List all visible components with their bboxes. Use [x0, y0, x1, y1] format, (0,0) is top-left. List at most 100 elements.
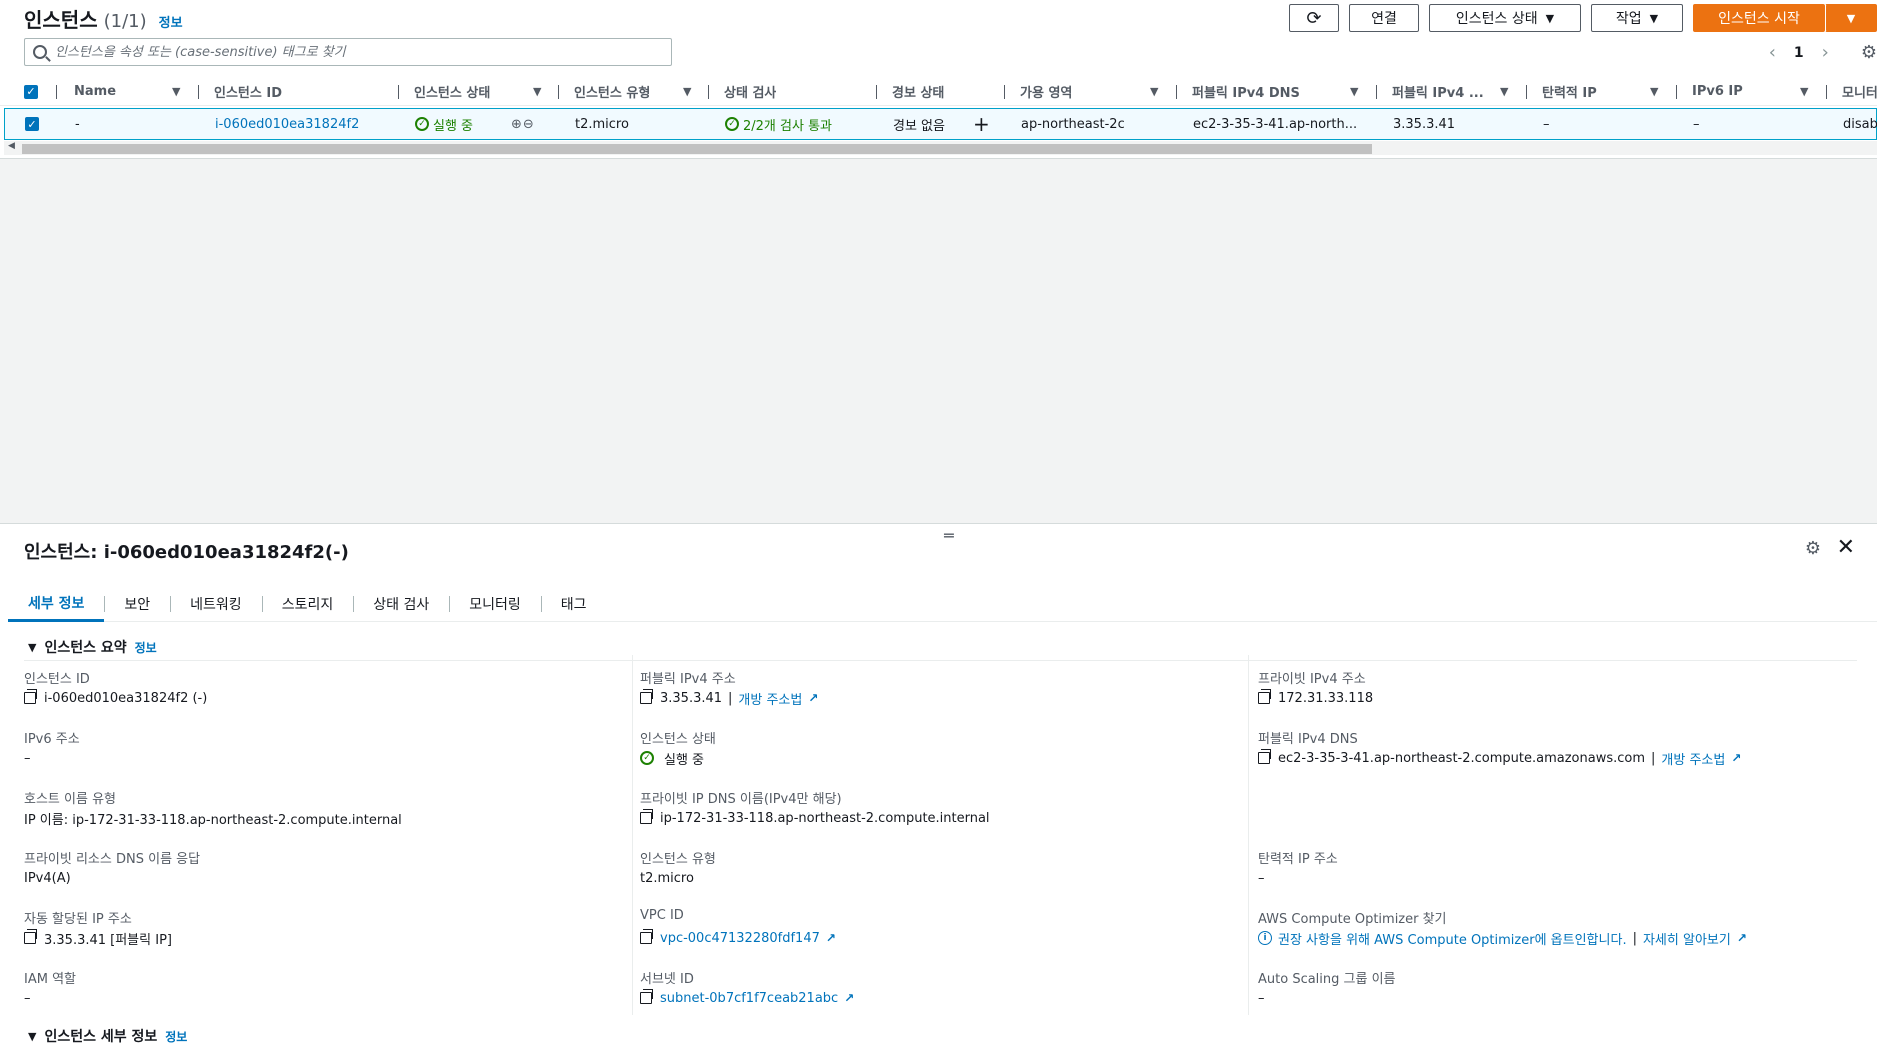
open-address-link[interactable]: 개방 주소법 — [1661, 749, 1725, 768]
row-checkbox[interactable]: ✓ — [25, 109, 39, 139]
copy-icon[interactable] — [24, 689, 37, 704]
copy-icon[interactable] — [640, 689, 653, 704]
cell-instance-id[interactable]: i-060ed010ea31824f2 — [215, 109, 359, 139]
tab-status-checks[interactable]: 상태 검사 — [353, 586, 449, 622]
copy-icon[interactable] — [640, 929, 653, 944]
copy-icon[interactable] — [640, 989, 653, 1004]
col-header-instance-id[interactable]: 인스턴스 ID — [214, 78, 282, 105]
col-header-monitoring[interactable]: 모니터 — [1842, 78, 1877, 105]
col-header-status-check[interactable]: 상태 검사 — [724, 78, 776, 105]
actions-dropdown[interactable]: 작업 ▼ — [1591, 4, 1683, 32]
external-link-icon[interactable]: ↗ — [844, 991, 854, 1005]
column-separator — [1004, 85, 1005, 99]
tab-storage[interactable]: 스토리지 — [261, 586, 354, 622]
scrollbar-thumb[interactable] — [22, 144, 1372, 154]
column-separator — [198, 85, 199, 99]
info-link[interactable]: 정보 — [135, 639, 157, 656]
filter-caret-icon[interactable]: ▼ — [1500, 78, 1508, 105]
filter-caret-icon[interactable]: ▼ — [533, 78, 541, 105]
external-link-icon[interactable]: ↗ — [808, 691, 818, 705]
expand-triangle-icon: ▼ — [28, 1029, 37, 1043]
open-address-link[interactable]: 개방 주소법 — [738, 689, 802, 708]
filter-caret-icon[interactable]: ▼ — [172, 78, 180, 105]
external-link-icon[interactable]: ↗ — [1737, 931, 1747, 945]
filter-caret-icon[interactable]: ▼ — [1150, 78, 1158, 105]
col-header-instance-type[interactable]: 인스턴스 유형 — [574, 78, 650, 105]
field-public-dns: 퍼블릭 IPv4 DNS ec2-3-35-3-41.ap-northeast-… — [1258, 728, 1858, 768]
info-link[interactable]: 정보 — [159, 12, 183, 31]
col-header-public-ip[interactable]: 퍼블릭 IPv4 ... — [1392, 78, 1484, 105]
field-vpc-id: VPC ID vpc-00c47132280fdf147 ↗ — [640, 908, 1240, 948]
field-private-ipv4: 프라이빗 IPv4 주소 172.31.33.118 — [1258, 668, 1858, 708]
col-header-ipv6[interactable]: IPv6 IP — [1692, 78, 1743, 105]
cell-instance-type: t2.micro — [575, 116, 629, 132]
field-public-ipv4: 퍼블릭 IPv4 주소 3.35.3.41 | 개방 주소법 ↗ — [640, 668, 1240, 708]
toolbar: ⟳ 연결 인스턴스 상태 ▼ 작업 ▼ 인스턴스 시작 ▼ — [1289, 4, 1877, 32]
copy-icon[interactable] — [24, 929, 37, 944]
col-header-public-dns[interactable]: 퍼블릭 IPv4 DNS — [1192, 78, 1300, 105]
tab-monitoring[interactable]: 모니터링 — [449, 586, 541, 622]
col-header-elastic-ip[interactable]: 탄력적 IP — [1542, 78, 1597, 105]
caret-down-icon: ▼ — [1545, 11, 1555, 25]
launch-instance-dropdown[interactable]: ▼ — [1825, 4, 1877, 32]
launch-instance-button[interactable]: 인스턴스 시작 — [1693, 4, 1825, 32]
instance-state-dropdown[interactable]: 인스턴스 상태 ▼ — [1429, 4, 1581, 32]
external-link-icon[interactable]: ↗ — [826, 931, 836, 945]
refresh-button[interactable]: ⟳ — [1289, 4, 1339, 32]
resize-handle-icon[interactable]: ═ — [944, 526, 954, 545]
cell-public-dns: ec2-3-35-3-41.ap-north... — [1193, 116, 1358, 132]
field-auto-assigned-ip: 자동 할당된 IP 주소 3.35.3.41 [퍼블릭 IP] — [24, 908, 624, 948]
next-page-icon[interactable]: › — [1822, 42, 1829, 63]
col-header-instance-state[interactable]: 인스턴스 상태 — [414, 78, 490, 105]
detail-tabs: 세부 정보 보안 네트워킹 스토리지 상태 검사 모니터링 태그 — [8, 586, 1877, 622]
prev-page-icon[interactable]: ‹ — [1769, 42, 1776, 63]
add-alarm-icon[interactable]: + — [973, 109, 990, 139]
tab-networking[interactable]: 네트워킹 — [170, 586, 262, 622]
detail-title: 인스턴스: i-060ed010ea31824f2(-) — [24, 542, 349, 563]
instance-summary-header[interactable]: ▼ 인스턴스 요약 정보 — [28, 637, 157, 657]
select-all-checkbox[interactable]: ✓ — [24, 78, 38, 105]
tab-tags[interactable]: 태그 — [540, 586, 607, 622]
field-value: IP 이름: ip-172-31-33-118.ap-northeast-2.c… — [24, 812, 402, 828]
optimizer-opt-in-link[interactable]: 권장 사항을 위해 AWS Compute Optimizer에 옵트인합니다. — [1278, 929, 1627, 948]
info-link[interactable]: 정보 — [165, 1028, 187, 1045]
tab-security[interactable]: 보안 — [104, 586, 170, 622]
field-value: 3.35.3.41 [퍼블릭 IP] — [44, 932, 172, 948]
scroll-left-icon[interactable]: ◀ — [8, 141, 15, 151]
search-input[interactable] — [55, 44, 655, 60]
zoom-in-icon[interactable]: ⊕ — [511, 117, 523, 132]
tab-details[interactable]: 세부 정보 — [8, 586, 105, 622]
close-icon[interactable]: ✕ — [1837, 535, 1855, 560]
gear-icon[interactable]: ⚙ — [1805, 538, 1821, 559]
caret-down-icon: ▼ — [1649, 11, 1659, 25]
field-value: – — [24, 990, 31, 1006]
table-row[interactable]: ✓ - i-060ed010ea31824f2 ✓ 실행 중 ⊕ ⊖ t2.micr… — [4, 108, 1877, 140]
cell-availability-zone: ap-northeast-2c — [1021, 116, 1125, 132]
subnet-link[interactable]: subnet-0b7cf1f7ceab21abc — [660, 991, 838, 1006]
learn-more-link[interactable]: 자세히 알아보기 — [1643, 929, 1731, 948]
connect-button[interactable]: 연결 — [1349, 4, 1419, 32]
horizontal-scrollbar[interactable]: ◀ — [4, 141, 1877, 155]
current-page[interactable]: 1 — [1794, 45, 1804, 61]
field-label: 인스턴스 유형 — [640, 852, 716, 867]
filter-caret-icon[interactable]: ▼ — [1800, 78, 1808, 105]
list-header: 인스턴스 (1/1) 정보 — [24, 4, 183, 33]
column-divider — [1248, 655, 1249, 1015]
external-link-icon[interactable]: ↗ — [1731, 751, 1741, 765]
instance-details-header[interactable]: ▼ 인스턴스 세부 정보 정보 — [28, 1026, 187, 1046]
col-header-name[interactable]: Name — [74, 78, 116, 105]
gear-icon[interactable]: ⚙ — [1861, 42, 1877, 63]
filter-caret-icon[interactable]: ▼ — [1650, 78, 1658, 105]
zoom-out-icon[interactable]: ⊖ — [523, 117, 535, 132]
field-label: Auto Scaling 그룹 이름 — [1258, 972, 1396, 987]
col-header-alarm-status[interactable]: 경보 상태 — [892, 78, 944, 105]
separator: | — [1632, 930, 1637, 946]
column-separator — [708, 85, 709, 99]
vpc-link[interactable]: vpc-00c47132280fdf147 — [660, 931, 820, 946]
copy-icon[interactable] — [640, 809, 653, 824]
filter-caret-icon[interactable]: ▼ — [1350, 78, 1358, 105]
copy-icon[interactable] — [1258, 689, 1271, 704]
copy-icon[interactable] — [1258, 749, 1271, 764]
col-header-availability-zone[interactable]: 가용 영역 — [1020, 78, 1072, 105]
filter-caret-icon[interactable]: ▼ — [683, 78, 691, 105]
